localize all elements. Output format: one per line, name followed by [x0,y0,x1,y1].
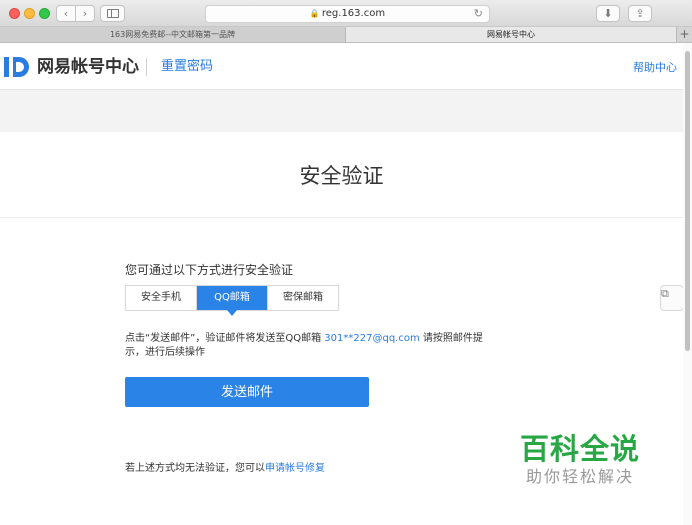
forward-button[interactable]: › [75,5,95,22]
download-icon: ⬇ [603,7,613,20]
tab-qq-mail[interactable]: QQ邮箱 [197,286,268,316]
verification-method-tabs: 安全手机 QQ邮箱 密保邮箱 [125,285,339,316]
sidebar-icon [106,9,119,18]
fallback-prefix: 若上述方式均无法验证，您可以 [125,463,265,474]
browser-titlebar: ‹ › 🔒 reg.163.com ↻ ⬇ ⇪ ⧉ [0,0,692,311]
share-button[interactable]: ⇪ [628,5,652,22]
site-header: 网易帐号中心 重置密码 帮助中心 [0,44,683,90]
page-title: 安全验证 [299,164,384,188]
tab-bar: 163网易免费邮--中文邮箱第一品牌 网易帐号中心 + [0,27,692,43]
chevron-right-icon: › [82,7,88,20]
tab-account-center[interactable]: 网易帐号中心 [346,27,676,42]
help-center-link[interactable]: 帮助中心 [633,61,677,74]
close-window-button[interactable] [9,8,20,19]
address-bar[interactable]: 🔒 reg.163.com ↻ [205,5,490,23]
account-repair-link[interactable]: 申请帐号修复 [265,463,325,474]
url-text: reg.163.com [321,8,386,19]
tab-backup-email[interactable]: 密保邮箱 [268,286,338,310]
watermark-subtitle: 助你轻松解决 [525,467,634,486]
site-name[interactable]: 网易帐号中心 [37,57,139,77]
send-email-button[interactable]: 发送邮件 [125,377,369,407]
show-tabs-button[interactable]: ⧉ [660,285,684,311]
email-info-text: 点击“发送邮件”，验证邮件将发送至QQ邮箱 301**227@qq.com 请按… [125,332,485,360]
info-prefix: 点击“发送邮件”，验证邮件将发送至QQ邮箱 [125,333,322,344]
tab-163-mail[interactable]: 163网易免费邮--中文邮箱第一品牌 [0,27,346,42]
title-area: 安全验证 [0,132,683,218]
tabs-overview-icon: ⧉ [661,287,669,300]
minimize-window-button[interactable] [24,8,35,19]
fallback-text: 若上述方式均无法验证，您可以申请帐号修复 [125,462,325,476]
downloads-button[interactable]: ⬇ [596,5,620,22]
masked-email: 301**227@qq.com [324,333,420,344]
sidebar-toggle-button[interactable] [100,5,125,22]
reload-icon[interactable]: ↻ [474,6,483,22]
header-band [0,90,683,132]
subpage-title: 重置密码 [161,59,214,74]
scrollbar-thumb[interactable] [685,51,690,351]
watermark-title: 百科全说 [519,432,640,466]
lock-icon: 🔒 [309,9,320,18]
verification-prompt: 您可通过以下方式进行安全验证 [125,263,294,277]
share-icon: ⇪ [635,7,645,20]
netease-logo-icon[interactable] [3,55,31,79]
chevron-left-icon: ‹ [63,7,69,20]
new-tab-button[interactable]: + [676,27,692,42]
watermark: 百科全说 助你轻松解决 [510,432,650,496]
plus-icon: + [679,27,690,41]
page-scrollbar[interactable] [683,43,692,525]
tab-security-phone[interactable]: 安全手机 [126,286,197,310]
zoom-window-button[interactable] [39,8,50,19]
header-divider [146,58,147,76]
back-button[interactable]: ‹ [56,5,76,22]
